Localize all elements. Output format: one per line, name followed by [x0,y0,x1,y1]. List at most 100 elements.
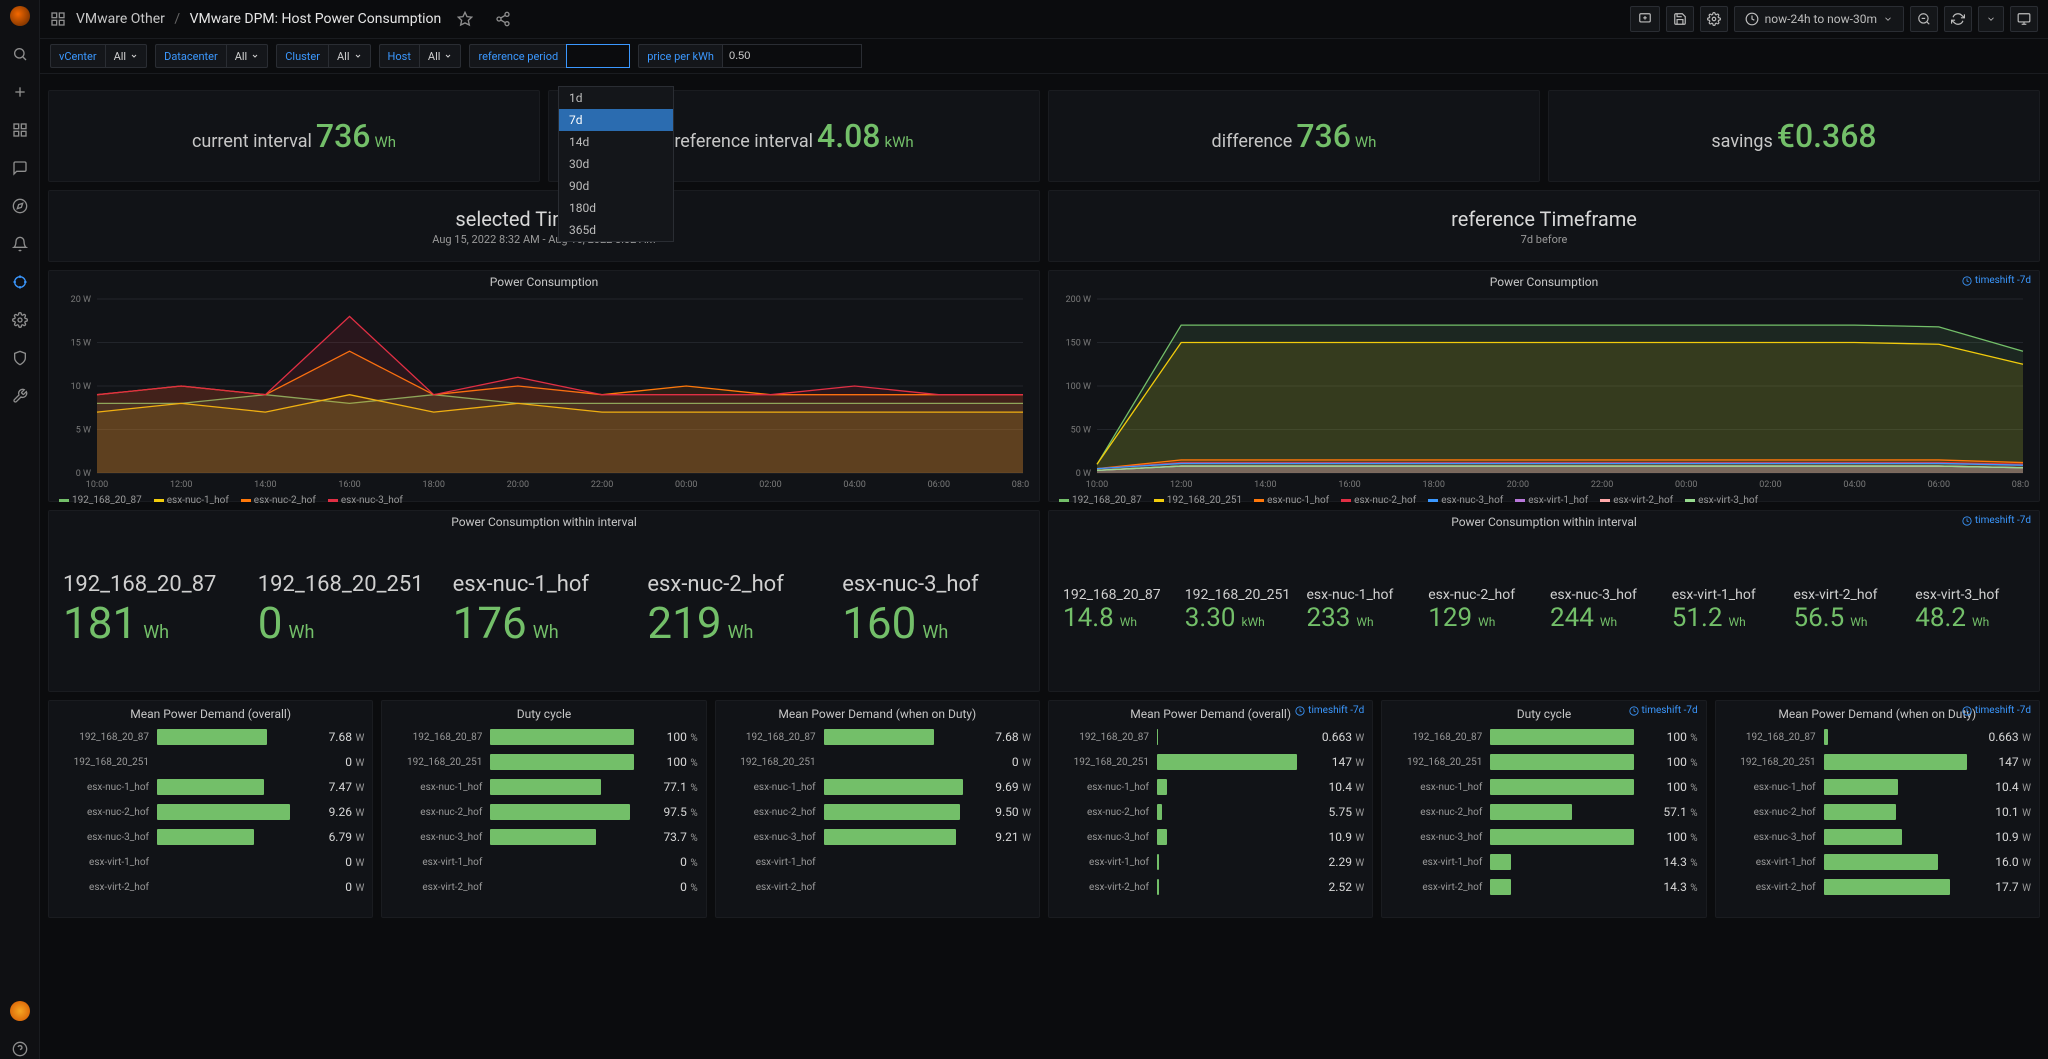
bar-item: 192_168_20_251 100 % [1390,754,1697,770]
svg-text:22:00: 22:00 [1591,480,1613,490]
timeshift-badge: timeshift -7d [1295,705,1364,716]
zoom-out-button[interactable] [1910,6,1938,32]
bar-item: esx-nuc-3_hof 9.21 W [724,829,1031,845]
refresh-interval-button[interactable] [1978,6,2004,32]
legend-item[interactable]: 192_168_20_87 [1059,495,1142,506]
dashboards-icon[interactable] [10,120,30,140]
time-range-label: now-24h to now-30m [1765,12,1877,26]
bar-item: esx-nuc-3_hof 10.9 W [1057,829,1364,845]
explore-icon[interactable] [10,196,30,216]
bar-item: esx-virt-1_hof 0 % [390,854,697,870]
search-icon[interactable] [10,44,30,64]
var-host[interactable]: Host All [379,44,462,68]
bar-item: 192_168_20_251 100 % [390,754,697,770]
legend-item[interactable]: esx-virt-1_hof [1515,495,1588,506]
stat-current-interval[interactable]: current interval736Wh [48,90,540,182]
bar-item: esx-nuc-2_hof 9.26 W [57,804,364,820]
price-input[interactable] [722,44,862,68]
svg-text:04:00: 04:00 [1843,480,1865,490]
legend-item[interactable]: esx-nuc-3_hof [328,495,403,506]
svg-text:50 W: 50 W [1071,426,1091,436]
var-bar: vCenter All Datacenter All Cluster All H… [40,38,2048,74]
legend-item[interactable]: esx-nuc-2_hof [1341,495,1416,506]
bar-item: esx-virt-1_hof 0 W [57,854,364,870]
svg-text:0 W: 0 W [76,469,91,479]
share-icon[interactable] [489,6,517,32]
grafana-logo[interactable] [10,6,30,26]
panel-reference-timeframe[interactable]: reference Timeframe 7d before [1048,190,2040,262]
star-icon[interactable] [451,6,479,32]
dropdown-option[interactable]: 90d [559,175,673,197]
active-crosshair-icon[interactable] [10,272,30,292]
legend-item[interactable]: esx-virt-3_hof [1685,495,1758,506]
var-reference-period[interactable]: reference period [469,44,630,68]
main-area: current interval736Wh reference interval… [40,84,2048,1059]
var-price[interactable]: price per kWh [638,44,862,68]
dropdown-option[interactable]: 7d [559,109,673,131]
panel-power-consumption-right[interactable]: Power Consumption timeshift -7d 0 W50 W1… [1048,270,2040,502]
var-datacenter[interactable]: Datacenter All [155,44,268,68]
time-picker[interactable]: now-24h to now-30m [1734,6,1904,32]
dropdown-option[interactable]: 14d [559,131,673,153]
panel-interval-left[interactable]: Power Consumption within interval 192_16… [48,510,1040,692]
svg-text:18:00: 18:00 [1423,480,1445,490]
avatar[interactable] [10,1001,30,1021]
svg-text:18:00: 18:00 [423,480,445,490]
panel-selected-timeframe[interactable]: selected Timeframe Aug 15, 2022 8:32 AM … [48,190,1040,262]
bar-item: esx-virt-2_hof 0 % [390,879,697,895]
bar-panel[interactable]: Mean Power Demand (when on Duty) 192_168… [715,700,1040,918]
monitor-icon[interactable] [2010,6,2038,32]
bar-item: esx-nuc-1_hof 77.1 % [390,779,697,795]
timeshift-badge: timeshift -7d [1962,705,2031,716]
plus-icon[interactable] [10,82,30,102]
var-vcenter[interactable]: vCenter All [50,44,147,68]
legend-item[interactable]: esx-nuc-3_hof [1428,495,1503,506]
bar-item: esx-virt-1_hof 2.29 W [1057,854,1364,870]
refresh-button[interactable] [1944,6,1972,32]
bar-item: esx-nuc-2_hof 10.1 W [1724,804,2031,820]
gear-icon[interactable] [10,310,30,330]
dropdown-option[interactable]: 180d [559,197,673,219]
panel-power-consumption-left[interactable]: Power Consumption 0 W5 W10 W15 W20 W10:0… [48,270,1040,502]
bar-item: 192_168_20_87 0.663 W [1057,729,1364,745]
help-icon[interactable] [10,1039,30,1059]
legend-item[interactable]: esx-nuc-1_hof [154,495,229,506]
alert-icon[interactable] [10,234,30,254]
breadcrumb-root[interactable]: VMware Other [76,11,165,27]
bar-panel[interactable]: Duty cycle 192_168_20_87 100 % 192_168_2… [381,700,706,918]
bar-panel[interactable]: timeshift -7dMean Power Demand (overall)… [1048,700,1373,918]
var-cluster[interactable]: Cluster All [276,44,370,68]
legend-item[interactable]: 192_168_20_87 [59,495,142,506]
stat-difference[interactable]: difference736Wh [1048,90,1540,182]
svg-text:06:00: 06:00 [1928,480,1950,490]
shield-icon[interactable] [10,348,30,368]
svg-text:20 W: 20 W [71,295,91,305]
dropdown-option[interactable]: 365d [559,219,673,241]
legend-item[interactable]: esx-nuc-2_hof [241,495,316,506]
wrench-icon[interactable] [10,386,30,406]
legend-item[interactable]: 192_168_20_251 [1154,495,1242,506]
svg-text:15 W: 15 W [71,339,91,349]
interval-cell: esx-virt-2_hof 56.5Wh [1788,531,1910,689]
legend-item[interactable]: esx-virt-2_hof [1600,495,1673,506]
bar-item: esx-nuc-3_hof 6.79 W [57,829,364,845]
save-button[interactable] [1666,6,1694,32]
bar-panel[interactable]: Mean Power Demand (overall) 192_168_20_8… [48,700,373,918]
reference-period-dropdown[interactable]: 1d7d14d30d90d180d365d [558,86,674,242]
add-panel-button[interactable] [1630,6,1660,32]
panel-interval-right[interactable]: Power Consumption within interval timesh… [1048,510,2040,692]
stat-savings[interactable]: savings€0.368 [1548,90,2040,182]
bar-item: 192_168_20_251 0 W [724,754,1031,770]
svg-text:100 W: 100 W [1066,382,1091,392]
bar-panel[interactable]: timeshift -7dDuty cycle 192_168_20_87 10… [1381,700,1706,918]
svg-text:12:00: 12:00 [1170,480,1192,490]
legend-item[interactable]: esx-nuc-1_hof [1254,495,1329,506]
dropdown-option[interactable]: 30d [559,153,673,175]
interval-cell: esx-nuc-2_hof 219Wh [641,531,836,689]
bar-panel[interactable]: timeshift -7dMean Power Demand (when on … [1715,700,2040,918]
reference-period-input[interactable] [566,44,630,68]
comment-icon[interactable] [10,158,30,178]
svg-text:200 W: 200 W [1066,295,1091,305]
dropdown-option[interactable]: 1d [559,87,673,109]
settings-button[interactable] [1700,6,1728,32]
